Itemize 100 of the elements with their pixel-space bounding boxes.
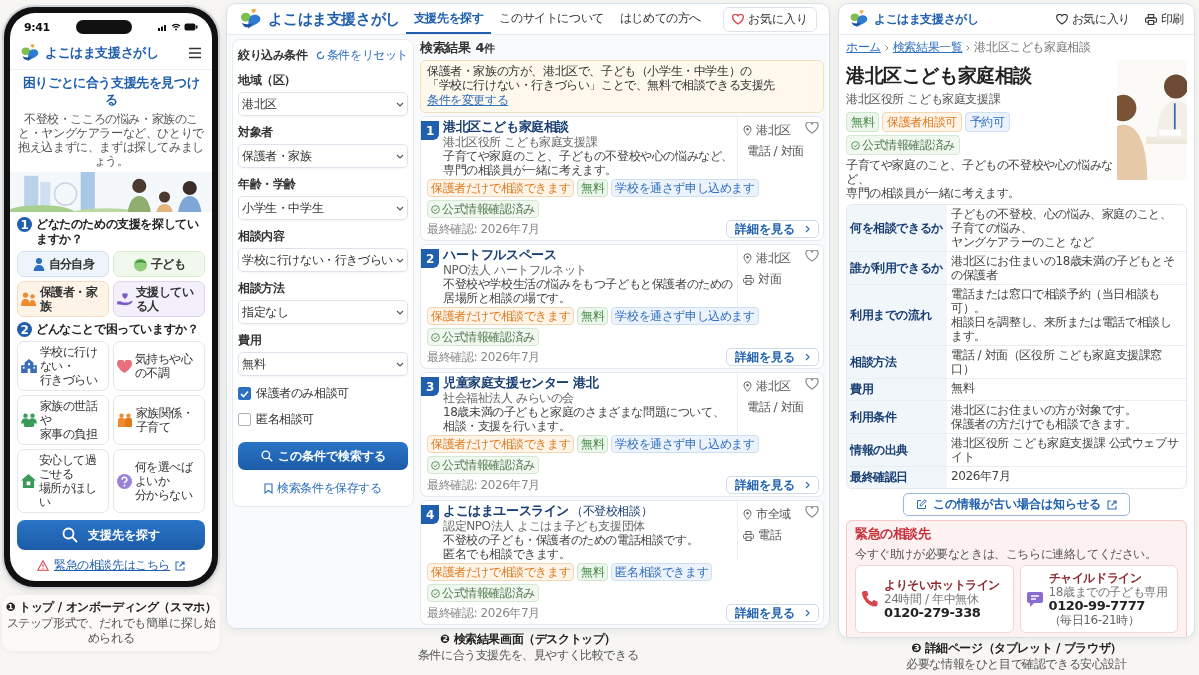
description-text: 子育てや家庭のこと、子どもの不登校や心の悩みなど、 専門の相談員が一緒に考えます。 — [846, 158, 1113, 200]
method-text: 電話 / 対面 — [747, 399, 804, 416]
step-number: 2 — [17, 322, 32, 337]
select-field[interactable]: 無料 — [238, 352, 408, 376]
camera-notch — [75, 20, 132, 34]
tag: 無料 — [846, 112, 880, 132]
bookmark-icon — [264, 483, 274, 494]
contact-card[interactable]: チャイルドライン 18歳までの子ども専用 0120-99-7777 （毎日16-21時） — [1019, 565, 1178, 633]
house-icon — [21, 474, 36, 488]
table-header-cell: 何を相談できるか — [847, 205, 947, 251]
search-icon — [62, 527, 78, 543]
menu-icon[interactable] — [188, 47, 202, 59]
logo-text[interactable]: よこはま支援さがし — [45, 44, 183, 62]
favorite-icon[interactable] — [805, 250, 819, 262]
tag: 学校を通さず申し込めます — [611, 435, 759, 453]
search-button[interactable]: この条件で検索する — [238, 442, 408, 470]
checkbox-label: 保護者のみ相談可 — [256, 385, 349, 402]
detail-button[interactable]: 詳細を見る — [726, 476, 819, 494]
option-button[interactable]: 支援している人 — [113, 281, 205, 317]
report-button[interactable]: この情報が古い場合は知らせる — [903, 493, 1130, 516]
option-button[interactable]: 何を選べばよいか 分からない — [113, 449, 205, 513]
heart-icon — [117, 359, 132, 373]
question-icon — [117, 473, 132, 489]
field-label: 年齢・学齢 — [238, 176, 297, 193]
check-circle-icon — [431, 204, 440, 214]
contact-card[interactable]: よりそいホットライン 24時間 / 年中無休 0120-279-338 — [855, 565, 1014, 633]
chevron-down-icon — [396, 101, 404, 107]
external-link-icon — [1107, 499, 1117, 510]
reset-link[interactable]: 条件をリセット — [315, 47, 408, 64]
hours-note: （毎日16-21時） — [1048, 613, 1140, 627]
field-label: 相談内容 — [238, 228, 286, 245]
option-button[interactable]: 家族の世話や 家事の負担 — [17, 395, 109, 445]
tag: 公式情報確認済み — [427, 328, 539, 346]
detail-button[interactable]: 詳細を見る — [726, 604, 819, 622]
nav-tab[interactable]: このサイトについて — [491, 4, 612, 34]
favorites-button[interactable]: お気に入り — [723, 6, 817, 32]
people-icon — [21, 413, 37, 427]
field-label: 費用 — [238, 332, 263, 349]
emergency-link[interactable]: 緊急の相談先はこちら — [54, 557, 170, 574]
select-field[interactable]: 保護者・家族 — [238, 144, 408, 168]
breadcrumb-link[interactable]: 検索結果一覧 — [892, 39, 963, 56]
location-icon — [743, 509, 752, 520]
result-title[interactable]: 港北区こども家庭相談 — [443, 119, 569, 135]
print-link[interactable]: 印刷 — [1144, 10, 1184, 28]
organization-name: 港北区役所 こども家庭支援課 — [846, 91, 1002, 108]
select-field[interactable]: 港北区 — [238, 92, 408, 116]
caption-title: ❶ トップ / オンボーディング（スマホ） — [5, 600, 217, 615]
option-button[interactable]: 気持ちや心の不調 — [113, 341, 205, 391]
change-conditions-link[interactable]: 条件を変更する — [427, 92, 509, 109]
result-number: 1 — [421, 121, 439, 140]
logo-icon — [20, 43, 40, 63]
method-text: 電話 — [758, 527, 782, 544]
result-title[interactable]: ハートフルスペース — [443, 247, 557, 263]
option-button[interactable]: 自分自身 — [17, 251, 109, 277]
favorite-icon[interactable] — [805, 506, 819, 518]
breadcrumb-link[interactable]: ホーム — [846, 39, 881, 56]
tag: 匿名相談できます — [611, 563, 713, 581]
field-label: 地域（区） — [238, 72, 297, 89]
option-button[interactable]: 保護者・家族 — [17, 281, 109, 317]
caption-title: ❷ 検索結果画面（デスクトップ） — [439, 632, 617, 647]
save-search-link[interactable]: 検索条件を保存する — [264, 480, 382, 497]
heart-icon — [732, 13, 744, 25]
result-description: 子育てや家庭のこと、子どもの不登校や心の悩みなど、 専門の相談員が一緒に考えます。 — [443, 149, 733, 177]
result-title[interactable]: よこはまユースライン — [443, 503, 569, 519]
favorite-icon[interactable] — [805, 378, 819, 390]
select-field[interactable]: 学校に行けない・行きづらい — [238, 248, 408, 272]
option-button[interactable]: 安心して過ごせる 場所がほしい — [17, 449, 109, 513]
logo-text[interactable]: よこはま支援さがし — [268, 9, 400, 29]
detail-button[interactable]: 詳細を見る — [726, 220, 819, 238]
option-button[interactable]: 学校に行けない・ 行きづらい — [17, 341, 109, 391]
nav-tab[interactable]: はじめての方へ — [611, 4, 709, 34]
checkbox[interactable] — [238, 387, 251, 400]
search-button[interactable]: 支援先を探す — [17, 520, 205, 550]
table-cell-text: 無料 — [950, 380, 976, 397]
area-text: 港北区 — [756, 250, 791, 267]
result-number: 2 — [421, 249, 439, 268]
table-cell-text: 2026年7月 — [950, 468, 1012, 485]
filter-title: 絞り込み条件 — [238, 47, 308, 64]
option-button[interactable]: 家族関係・子育て — [113, 395, 205, 445]
breadcrumb-link[interactable]: 港北区こども家庭相談 — [974, 39, 1091, 56]
step-title: どなたのための支援を探していますか？ — [36, 217, 200, 247]
logo-text[interactable]: よこはま支援さがし — [874, 10, 1041, 28]
last-checked-text: 最終確認: 2026年7月 — [427, 348, 540, 366]
favorite-icon[interactable] — [805, 122, 819, 134]
favorites-link[interactable]: お気に入り — [1055, 10, 1130, 28]
select-field[interactable]: 指定なし — [238, 300, 408, 324]
result-title[interactable]: 児童家庭支援センター 港北 — [443, 375, 599, 391]
contact-name: チャイルドライン — [1048, 571, 1143, 585]
chevron-right-icon — [805, 609, 810, 617]
step-title: どんなことで困っていますか？ — [36, 322, 199, 337]
tag: 学校を通さず申し込めます — [611, 307, 759, 325]
results-heading: 検索結果 — [420, 39, 471, 57]
option-button[interactable]: 子ども — [113, 251, 205, 277]
method-text: 対面 — [758, 271, 782, 288]
result-number: 3 — [421, 377, 439, 396]
select-field[interactable]: 小学生・中学生 — [238, 196, 408, 220]
checkbox[interactable] — [238, 413, 251, 426]
organization-name: 認定NPO法人 よこはま子ども支援団体 — [443, 519, 646, 533]
tag: 保護者だけで相談できます — [427, 179, 575, 197]
detail-button[interactable]: 詳細を見る — [726, 348, 819, 366]
